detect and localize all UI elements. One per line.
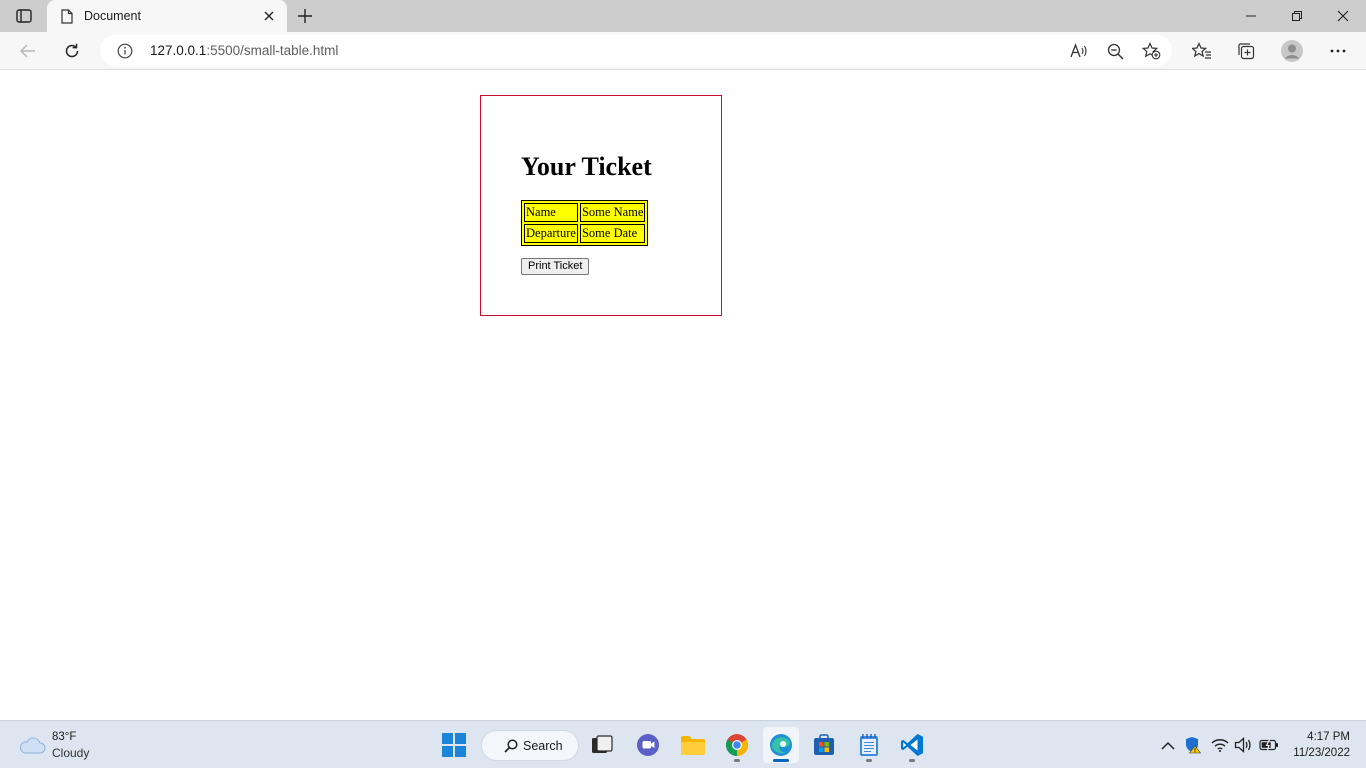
windows-taskbar: 83°F Cloudy Search 4:17 PM 11/23/2022 <box>0 720 1366 768</box>
notepad-icon <box>860 734 878 756</box>
close-tab-icon[interactable] <box>259 6 279 26</box>
address-bar[interactable]: 127.0.0.1:5500/small-table.html <box>100 35 1172 66</box>
start-button[interactable] <box>436 727 472 763</box>
store-icon <box>814 734 834 755</box>
chrome-button[interactable] <box>719 727 755 763</box>
tab-actions-icon <box>16 9 32 23</box>
search-icon <box>504 739 518 753</box>
profile-button[interactable] <box>1277 36 1307 66</box>
browser-toolbar: 127.0.0.1:5500/small-table.html <box>0 32 1366 70</box>
microsoft-store-button[interactable] <box>806 727 842 763</box>
settings-more-button[interactable] <box>1323 36 1353 66</box>
chrome-icon <box>726 734 748 756</box>
notepad-button[interactable] <box>851 727 887 763</box>
restore-icon <box>1292 11 1302 21</box>
browser-tab-document[interactable]: Document <box>47 0 287 32</box>
restore-button[interactable] <box>1274 0 1320 32</box>
page-viewport: Your Ticket Name Some Name Departure Some D… <box>0 71 1366 720</box>
weather-condition: Cloudy <box>52 746 90 760</box>
ticket-field-value: Some Date <box>579 224 646 243</box>
security-shield-warning-icon[interactable] <box>1183 735 1203 755</box>
task-view-button[interactable] <box>584 727 620 763</box>
vscode-button[interactable] <box>894 727 930 763</box>
print-ticket-button[interactable]: Print Ticket <box>521 258 590 275</box>
document-icon <box>59 8 75 24</box>
plus-icon <box>298 9 312 23</box>
ticket-container: Your Ticket Name Some Name Departure Some D… <box>480 95 722 316</box>
minimize-icon <box>1246 15 1256 17</box>
more-options-icon <box>1330 49 1346 53</box>
url-path: :5500/small-table.html <box>206 43 339 58</box>
volume-icon[interactable] <box>1233 735 1253 755</box>
back-arrow-icon <box>20 44 35 58</box>
ticket-field-label: Departure <box>524 224 578 243</box>
avatar-icon <box>1281 40 1303 62</box>
search-label: Search <box>523 739 563 753</box>
windows-logo-icon <box>442 733 466 757</box>
file-explorer-button[interactable] <box>675 727 711 763</box>
favorites-icon <box>1192 42 1211 59</box>
tab-actions-button[interactable] <box>8 4 40 28</box>
clock-date: 11/23/2022 <box>1293 747 1350 759</box>
favorites-button[interactable] <box>1187 36 1217 66</box>
teams-chat-button[interactable] <box>630 727 666 763</box>
minimize-button[interactable] <box>1228 0 1274 32</box>
ticket-field-value: Some Name <box>579 203 646 222</box>
tab-strip: Document <box>0 0 1366 32</box>
close-icon <box>1337 10 1349 22</box>
wifi-icon[interactable] <box>1210 735 1230 755</box>
ticket-table: Name Some Name Departure Some Date <box>521 200 649 246</box>
table-row: Departure Some Date <box>524 224 646 243</box>
battery-charging-icon[interactable] <box>1259 735 1279 755</box>
taskbar-search[interactable]: Search <box>481 730 579 761</box>
edge-icon <box>770 734 792 756</box>
show-hidden-icons-chevron-up-icon[interactable] <box>1158 735 1178 755</box>
add-favorite-icon[interactable] <box>1139 39 1163 63</box>
chat-icon <box>637 734 659 756</box>
collections-button[interactable] <box>1231 36 1261 66</box>
refresh-button[interactable] <box>57 36 87 66</box>
back-button[interactable] <box>13 36 43 66</box>
edge-button[interactable] <box>763 727 799 763</box>
url-host: 127.0.0.1 <box>150 43 207 58</box>
ticket-field-label: Name <box>524 203 578 222</box>
ticket-heading: Your Ticket <box>521 152 652 181</box>
vscode-icon <box>901 734 923 756</box>
table-row: Name Some Name <box>524 203 646 222</box>
site-info-icon[interactable] <box>116 42 134 60</box>
cloud-icon <box>19 737 46 754</box>
read-aloud-icon[interactable] <box>1067 39 1091 63</box>
tab-title: Document <box>84 9 141 23</box>
url-text[interactable]: 127.0.0.1:5500/small-table.html <box>150 43 338 59</box>
refresh-icon <box>65 43 79 58</box>
task-view-icon <box>592 735 613 753</box>
collections-icon <box>1238 43 1255 60</box>
weather-temperature: 83°F <box>52 731 77 743</box>
zoom-out-icon[interactable] <box>1103 39 1127 63</box>
close-window-button[interactable] <box>1320 0 1366 32</box>
new-tab-button[interactable] <box>292 4 318 28</box>
folder-icon <box>681 736 705 755</box>
clock-time: 4:17 PM <box>1307 731 1350 743</box>
